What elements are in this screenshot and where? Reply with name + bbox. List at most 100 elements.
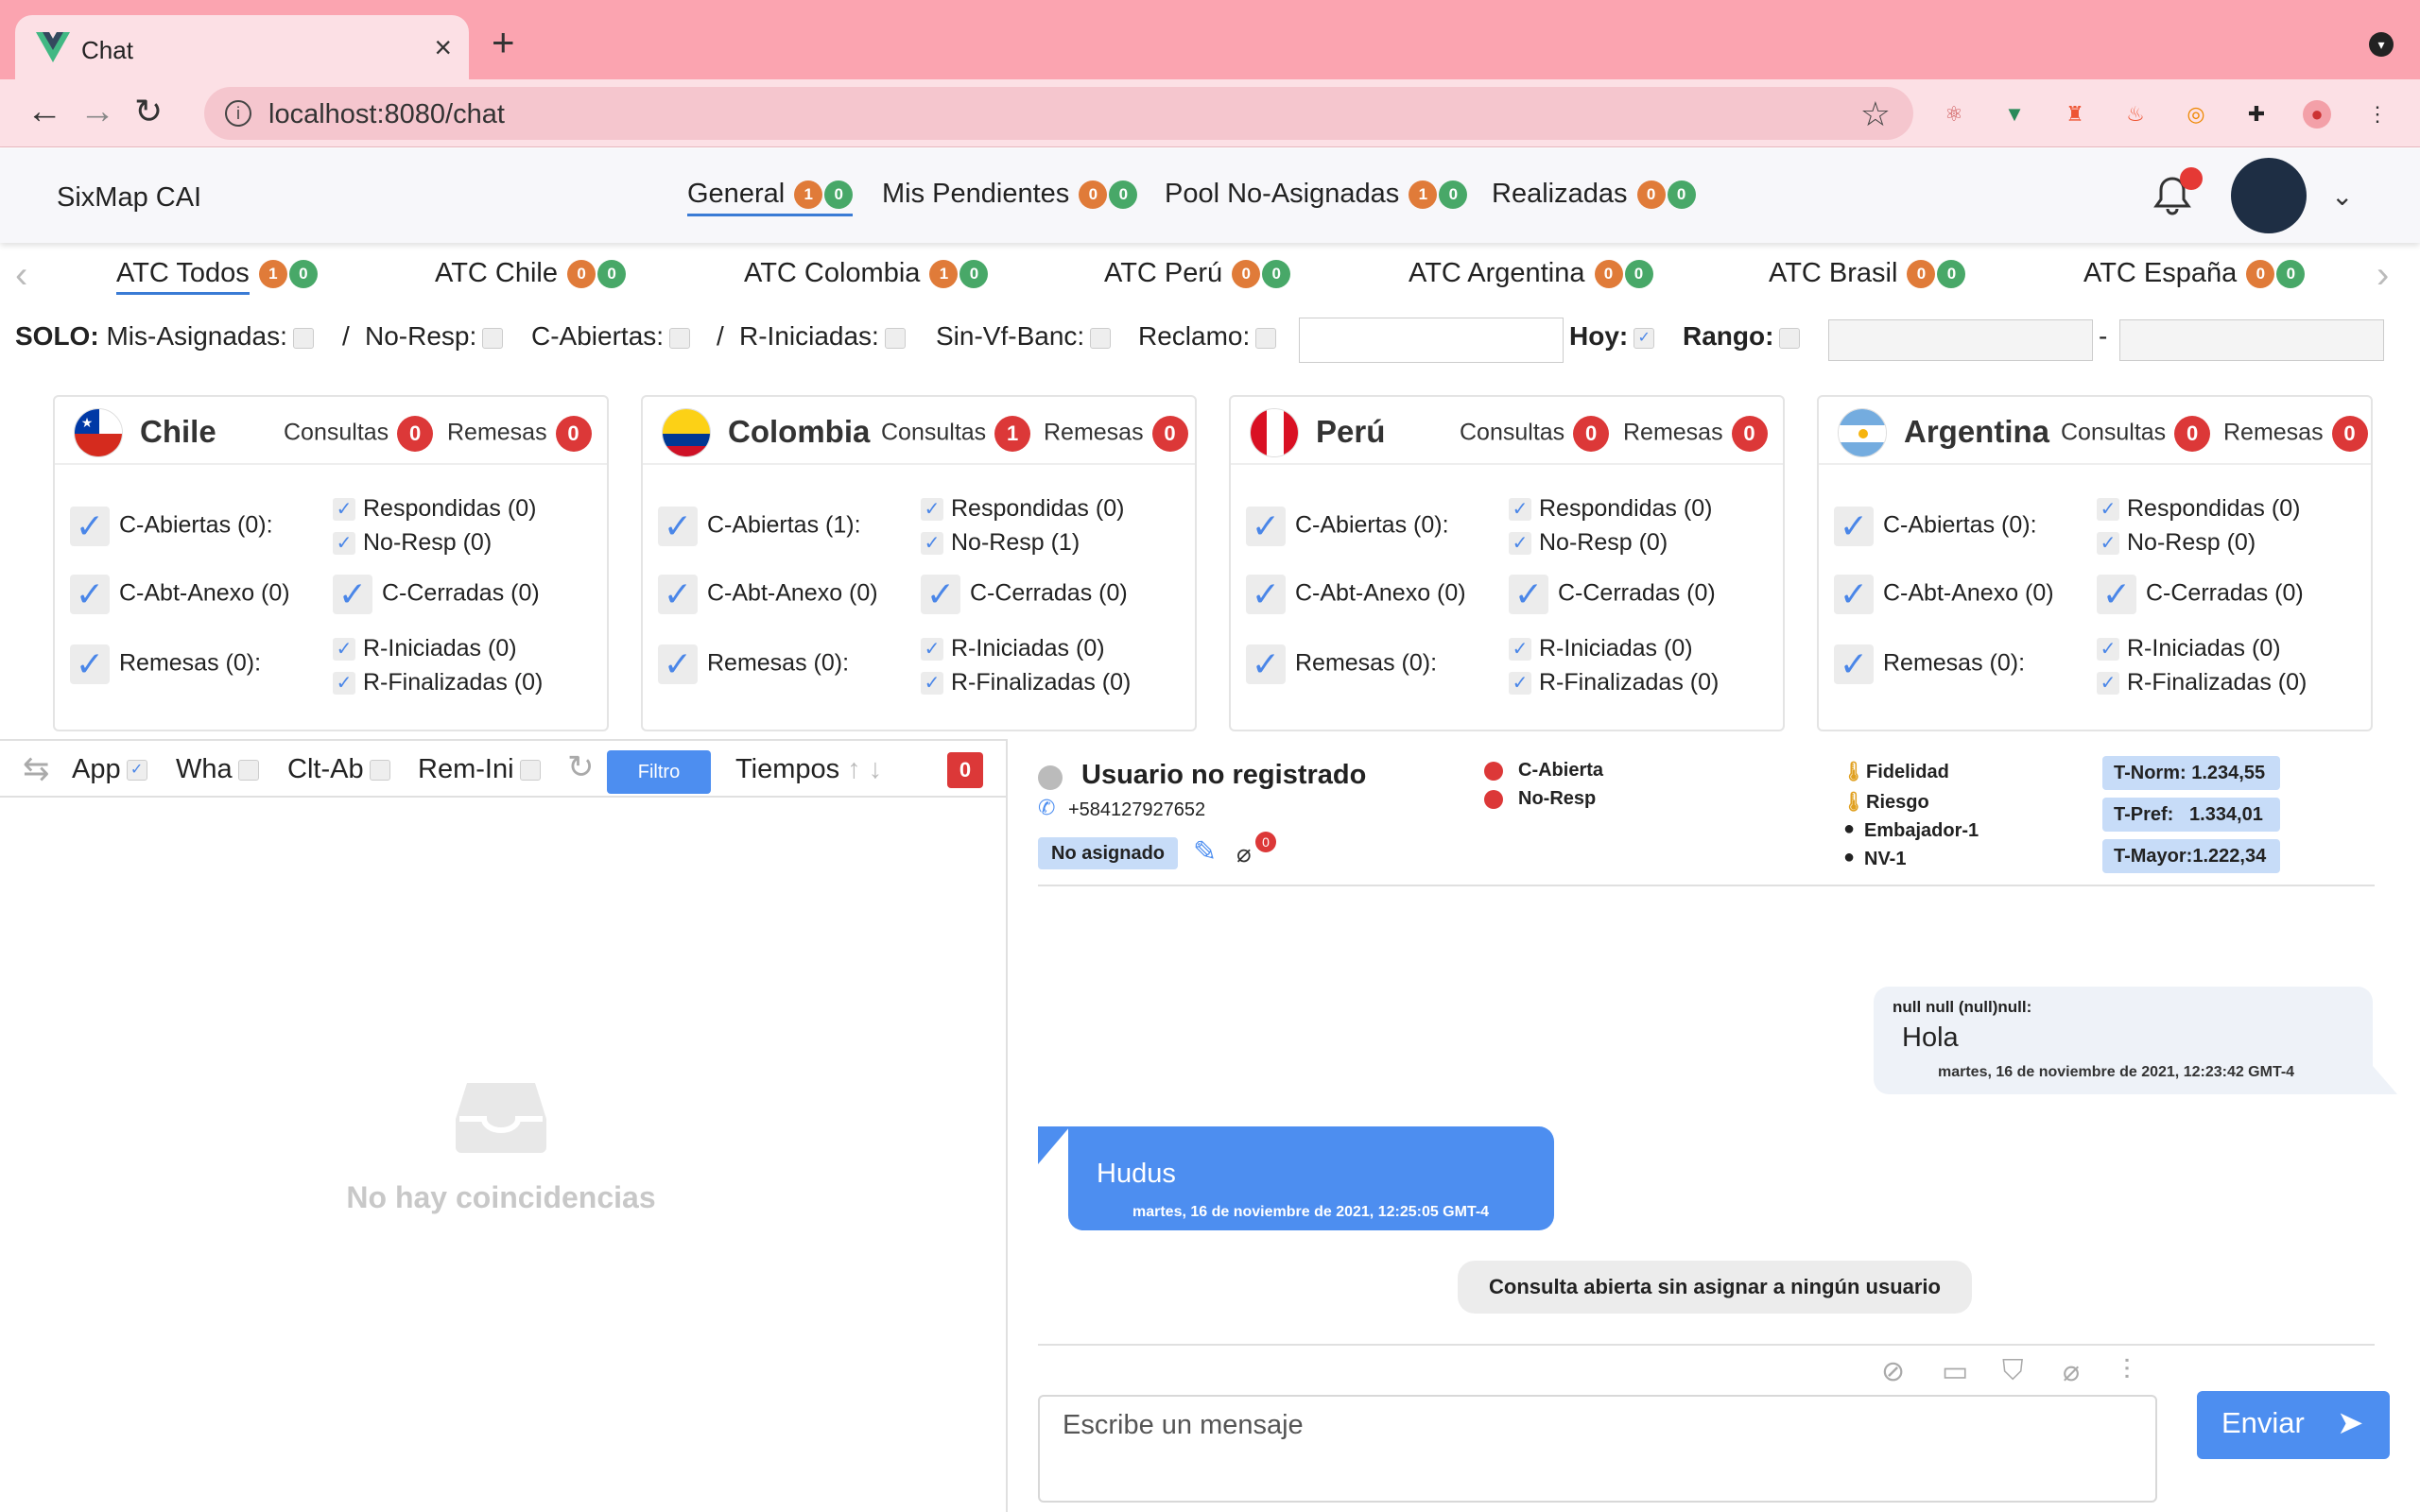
check-icon[interactable]: ✓ xyxy=(70,575,110,614)
tab-realizadas[interactable]: Realizadas 00 xyxy=(1492,179,1696,210)
check-icon[interactable]: ✓ xyxy=(333,672,355,696)
sort-up-icon[interactable]: ↑ xyxy=(847,754,861,784)
check-icon[interactable]: ✓ xyxy=(1509,575,1548,614)
c-abiertas-row[interactable]: ✓ C-Abiertas (1): xyxy=(658,507,861,546)
tiempos-sort[interactable]: Tiempos ↑ ↓ xyxy=(735,754,882,785)
tab-mis-pendientes[interactable]: Mis Pendientes 00 xyxy=(882,179,1138,210)
filter-wha[interactable]: Wha xyxy=(176,754,259,785)
no-resp-row[interactable]: ✓ No-Resp (0) xyxy=(1509,529,1668,557)
check-icon[interactable]: ✓ xyxy=(921,638,943,662)
remesas-row[interactable]: ✓ Remesas (0): xyxy=(658,644,849,684)
check-icon[interactable]: ✓ xyxy=(2097,575,2136,614)
check-icon[interactable]: ✓ xyxy=(1246,507,1286,546)
r-iniciadas-row[interactable]: ✓ R-Iniciadas (0) xyxy=(333,635,517,662)
sin-vf-banc-checkbox[interactable] xyxy=(1090,327,1112,349)
tab-search-icon[interactable]: ▾ xyxy=(2369,32,2394,57)
user-avatar[interactable] xyxy=(2231,158,2307,233)
c-abiertas-row[interactable]: ✓ C-Abiertas (0): xyxy=(1246,507,1449,546)
chevron-left-icon[interactable]: ‹ xyxy=(15,254,27,297)
back-icon[interactable]: ← xyxy=(26,93,62,130)
bookmark-star-icon[interactable]: ☆ xyxy=(1860,94,1891,134)
filter-rem-ini[interactable]: Rem-Ini xyxy=(418,754,541,785)
remesas-row[interactable]: ✓ Remesas (0): xyxy=(1246,644,1437,684)
check-icon[interactable]: ✓ xyxy=(1834,644,1874,684)
check-icon[interactable]: ✓ xyxy=(2097,498,2119,522)
hoy-checkbox[interactable]: ✓ xyxy=(1634,327,1655,349)
check-icon[interactable]: ✓ xyxy=(921,575,960,614)
close-tab-icon[interactable]: × xyxy=(434,30,452,65)
target-extension-icon[interactable]: ◎ xyxy=(2182,100,2210,129)
check-icon[interactable]: ✓ xyxy=(2097,638,2119,662)
c-abiertas-row[interactable]: ✓ C-Abiertas (0): xyxy=(1834,507,2037,546)
check-icon[interactable]: ✓ xyxy=(658,644,698,684)
ctab-atc-chile[interactable]: ATC Chile 00 xyxy=(435,258,627,289)
settings-sliders-icon[interactable]: ⫶ xyxy=(2123,1355,2131,1387)
paperclip-icon[interactable]: ⌀ xyxy=(1236,839,1252,868)
chevron-right-icon[interactable]: › xyxy=(2377,254,2389,297)
comment-icon[interactable]: ▭ xyxy=(1942,1355,1968,1388)
ctab-atc-argentina[interactable]: ATC Argentina 00 xyxy=(1409,258,1653,289)
shield-icon[interactable]: ⛉ xyxy=(2002,1355,2024,1387)
c-cerradas-row[interactable]: ✓ C-Cerradas (0) xyxy=(333,575,540,614)
rem-ini-checkbox[interactable] xyxy=(519,760,541,782)
check-icon[interactable]: ✓ xyxy=(333,638,355,662)
site-info-icon[interactable]: i xyxy=(225,100,251,127)
new-tab-icon[interactable]: + xyxy=(492,23,515,62)
check-icon[interactable]: ✓ xyxy=(70,507,110,546)
clt-ab-checkbox[interactable] xyxy=(369,760,390,782)
c-cerradas-row[interactable]: ✓ C-Cerradas (0) xyxy=(2097,575,2304,614)
check-icon[interactable]: ✓ xyxy=(333,498,355,522)
reclamo-input[interactable] xyxy=(1299,318,1564,363)
url-text[interactable]: localhost:8080/chat xyxy=(268,99,505,130)
browser-menu-icon[interactable]: ⋮ xyxy=(2363,100,2392,129)
c-abt-anexo-row[interactable]: ✓ C-Abt-Anexo (0) xyxy=(70,575,290,614)
assignment-chip[interactable]: No asignado xyxy=(1038,837,1179,869)
rango-checkbox[interactable] xyxy=(1779,327,1801,349)
app-checkbox[interactable]: ✓ xyxy=(126,760,147,782)
check-icon[interactable]: ✓ xyxy=(1509,532,1531,556)
tab-pool-no-asignadas[interactable]: Pool No-Asignadas 10 xyxy=(1165,179,1468,210)
reload-icon[interactable]: ↻ xyxy=(134,93,163,130)
extension-icon[interactable]: ♜ xyxy=(2061,100,2089,129)
r-finalizadas-row[interactable]: ✓ R-Finalizadas (0) xyxy=(1509,669,1719,696)
respondidas-row[interactable]: ✓ Respondidas (0) xyxy=(333,495,536,523)
reclamo-checkbox[interactable] xyxy=(1255,327,1277,349)
no-resp-row[interactable]: ✓ No-Resp (0) xyxy=(2097,529,2256,557)
check-icon[interactable]: ✓ xyxy=(658,575,698,614)
respondidas-row[interactable]: ✓ Respondidas (0) xyxy=(1509,495,1712,523)
mis-asignadas-checkbox[interactable] xyxy=(292,327,314,349)
c-cerradas-row[interactable]: ✓ C-Cerradas (0) xyxy=(1509,575,1716,614)
chevron-down-icon[interactable]: ⌄ xyxy=(2331,180,2353,212)
r-iniciadas-row[interactable]: ✓ R-Iniciadas (0) xyxy=(1509,635,1693,662)
wha-checkbox[interactable] xyxy=(237,760,259,782)
sync-icon[interactable]: ⇆ xyxy=(23,750,50,788)
extensions-puzzle-icon[interactable]: ✚ xyxy=(2242,100,2271,129)
check-icon[interactable]: ✓ xyxy=(658,507,698,546)
respondidas-row[interactable]: ✓ Respondidas (0) xyxy=(2097,495,2300,523)
r-iniciadas-row[interactable]: ✓ R-Iniciadas (0) xyxy=(2097,635,2281,662)
check-icon[interactable]: ✓ xyxy=(333,532,355,556)
filter-clt-ab[interactable]: Clt-Ab xyxy=(287,754,390,785)
c-abt-anexo-row[interactable]: ✓ C-Abt-Anexo (0) xyxy=(1834,575,2054,614)
rango-start-input[interactable] xyxy=(1828,319,2093,361)
profile-icon[interactable]: ● xyxy=(2303,100,2331,129)
filtro-button[interactable]: Filtro xyxy=(607,750,711,794)
message-input[interactable]: Escribe un mensaje xyxy=(1038,1395,2157,1503)
ctab-atc-peru[interactable]: ATC Perú 00 xyxy=(1104,258,1291,289)
rango-end-input[interactable] xyxy=(2119,319,2384,361)
ctab-atc-brasil[interactable]: ATC Brasil 00 xyxy=(1769,258,1966,289)
check-icon[interactable]: ✓ xyxy=(333,575,372,614)
address-bar[interactable]: i localhost:8080/chat ☆ xyxy=(204,87,1913,140)
r-finalizadas-row[interactable]: ✓ R-Finalizadas (0) xyxy=(921,669,1131,696)
check-icon[interactable]: ✓ xyxy=(1509,672,1531,696)
check-icon[interactable]: ✓ xyxy=(2097,532,2119,556)
ctab-atc-espana[interactable]: ATC España 00 xyxy=(2083,258,2306,289)
check-icon[interactable]: ✓ xyxy=(2097,672,2119,696)
vue-devtools-icon[interactable]: ▼ xyxy=(2000,100,2029,129)
check-icon[interactable]: ✓ xyxy=(921,532,943,556)
c-abiertas-row[interactable]: ✓ C-Abiertas (0): xyxy=(70,507,273,546)
check-icon[interactable]: ✓ xyxy=(70,644,110,684)
filter-app[interactable]: App ✓ xyxy=(72,754,147,785)
check-icon[interactable]: ✓ xyxy=(1509,638,1531,662)
sort-down-icon[interactable]: ↓ xyxy=(869,754,883,784)
